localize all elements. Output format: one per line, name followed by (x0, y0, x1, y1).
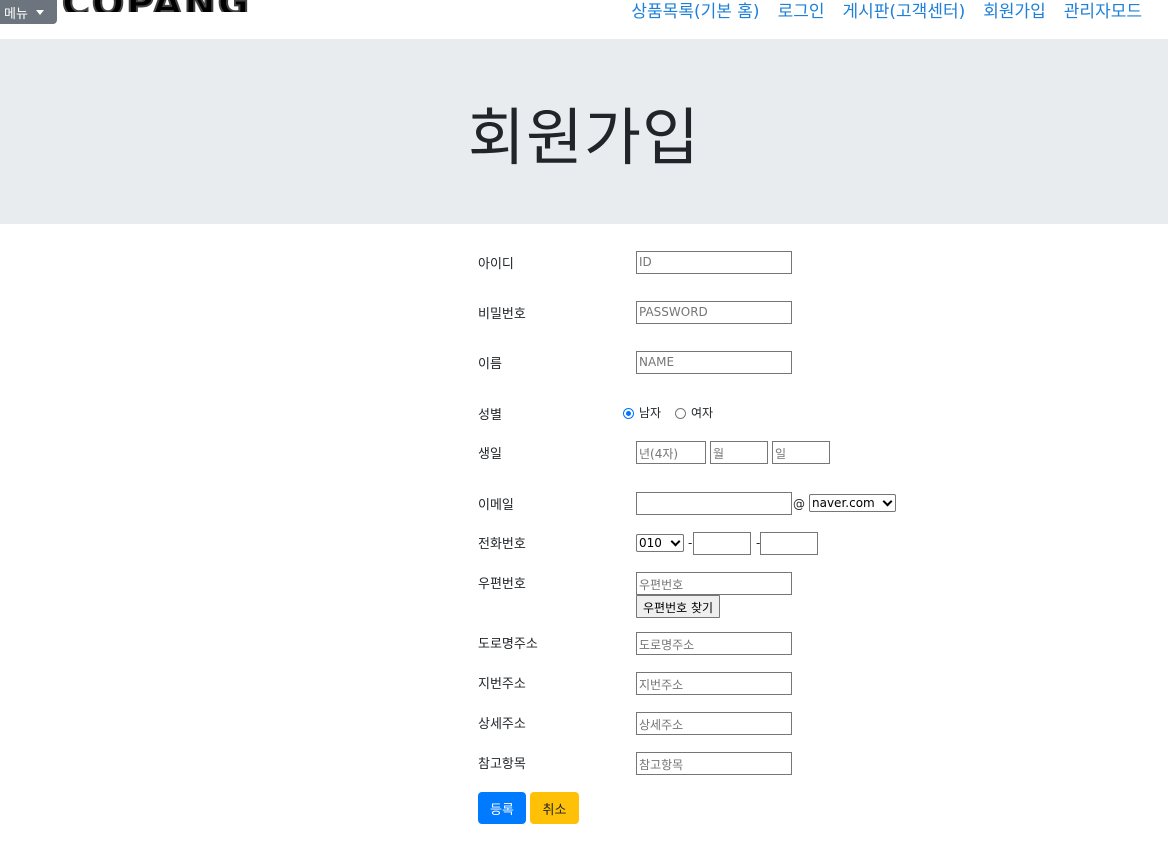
birth-day-input[interactable]: 일 (772, 441, 830, 464)
gender-female-label: 여자 (691, 406, 714, 420)
cancel-button[interactable]: 취소 (530, 792, 579, 824)
brand-logo[interactable]: COPANG (62, 0, 280, 27)
password-label: 비밀번호 (478, 307, 526, 322)
find-postcode-button[interactable]: 우편번호 찾기 (636, 595, 721, 618)
email-label: 이메일 (478, 498, 514, 513)
menu-dropdown-button[interactable]: 메뉴 (0, 0, 57, 24)
password-input[interactable]: PASSWORD (636, 301, 792, 324)
birth-label: 생일 (478, 447, 502, 462)
submit-button[interactable]: 등록 (478, 792, 526, 824)
email-domain-select[interactable]: naver.com (809, 494, 896, 512)
phone-middle-input[interactable] (693, 532, 751, 555)
name-input[interactable]: NAME (636, 351, 792, 374)
menu-label: 메뉴 (4, 6, 28, 22)
nav-login[interactable]: 로그인 (778, 0, 825, 22)
nav-board[interactable]: 게시판(고객센터) (842, 0, 965, 22)
email-id-input[interactable] (636, 492, 792, 515)
page-title: 회원가입 (467, 100, 701, 174)
phone-prefix-select[interactable]: 010 (636, 534, 684, 552)
phone-dash-1: - (688, 536, 693, 550)
jibun-address-input[interactable]: 지번주소 (636, 672, 792, 695)
phone-prefix-value: 010 (639, 536, 662, 550)
main-nav: 상품목록(기본 홈) 로그인 게시판(고객센터) 회원가입 관리자모드 (631, 0, 1142, 22)
detail-address-label: 상세주소 (478, 717, 526, 732)
brand-logo-text: COPANG (62, 0, 251, 12)
nav-admin[interactable]: 관리자모드 (1064, 0, 1142, 22)
postcode-label: 우편번호 (478, 577, 526, 592)
email-domain-value: naver.com (812, 496, 875, 510)
extra-address-label: 참고항목 (478, 757, 526, 772)
caret-down-icon (35, 9, 44, 15)
extra-address-input[interactable]: 참고항목 (636, 752, 792, 775)
gender-label: 성별 (478, 408, 502, 423)
gender-female-radio[interactable] (675, 408, 686, 419)
jibun-address-label: 지번주소 (478, 677, 526, 692)
nav-product-list[interactable]: 상품목록(기본 홈) (631, 0, 759, 22)
id-input[interactable]: ID (636, 251, 792, 274)
email-at-sign: @ (793, 497, 805, 511)
phone-label: 전화번호 (478, 537, 526, 552)
road-address-input[interactable]: 도로명주소 (636, 632, 792, 655)
gender-male-label: 남자 (639, 406, 662, 420)
birth-month-input[interactable]: 월 (710, 441, 768, 464)
postcode-input[interactable]: 우편번호 (636, 572, 792, 595)
detail-address-input[interactable]: 상세주소 (636, 712, 792, 735)
id-label: 아이디 (478, 257, 514, 272)
gender-male-radio[interactable] (623, 408, 634, 419)
top-navbar: 메뉴 COPANG 상품목록(기본 홈) 로그인 게시판(고객센터) 회원가입 … (0, 0, 1168, 39)
page-header: 회원가입 (0, 39, 1168, 224)
road-address-label: 도로명주소 (478, 637, 538, 652)
nav-signup[interactable]: 회원가입 (983, 0, 1046, 22)
phone-last-input[interactable] (760, 532, 818, 555)
name-label: 이름 (478, 357, 502, 372)
chevron-down-icon (670, 536, 681, 546)
birth-year-input[interactable]: 년(4자) (636, 441, 706, 464)
chevron-down-icon (882, 496, 893, 506)
